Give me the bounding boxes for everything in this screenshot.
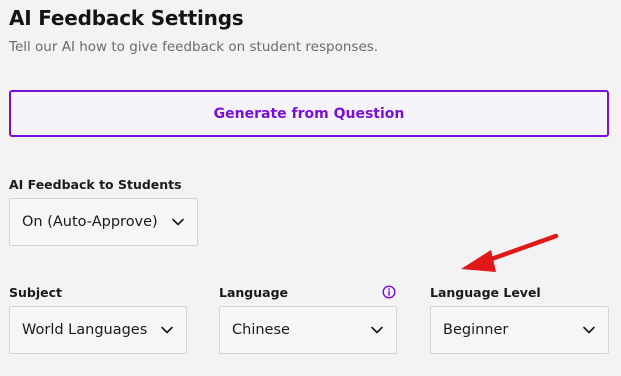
subject-value: World Languages <box>22 322 148 338</box>
subject-select[interactable]: World Languages <box>9 306 187 354</box>
language-level-value: Beginner <box>443 322 509 338</box>
language-level-select[interactable]: Beginner <box>430 306 609 354</box>
chevron-down-icon <box>160 323 174 337</box>
ai-feedback-value: On (Auto-Approve) <box>22 214 158 230</box>
page-title: AI Feedback Settings <box>9 6 244 30</box>
ai-feedback-label: AI Feedback to Students <box>9 177 182 192</box>
chevron-down-icon <box>370 323 384 337</box>
ai-feedback-settings-panel: AI Feedback Settings Tell our AI how to … <box>0 0 621 376</box>
ai-feedback-select[interactable]: On (Auto-Approve) <box>9 198 198 246</box>
language-value: Chinese <box>232 322 290 338</box>
generate-button-label: Generate from Question <box>213 105 405 122</box>
language-level-label: Language Level <box>430 285 541 300</box>
subject-label: Subject <box>9 285 62 300</box>
info-circle-icon[interactable] <box>382 284 396 299</box>
chevron-down-icon <box>171 215 185 229</box>
language-select[interactable]: Chinese <box>219 306 397 354</box>
red-arrow-annotation <box>461 233 559 272</box>
generate-from-question-button[interactable]: Generate from Question <box>9 90 609 137</box>
language-label: Language <box>219 285 289 300</box>
chevron-down-icon <box>582 323 596 337</box>
page-subtitle: Tell our AI how to give feedback on stud… <box>9 39 379 55</box>
